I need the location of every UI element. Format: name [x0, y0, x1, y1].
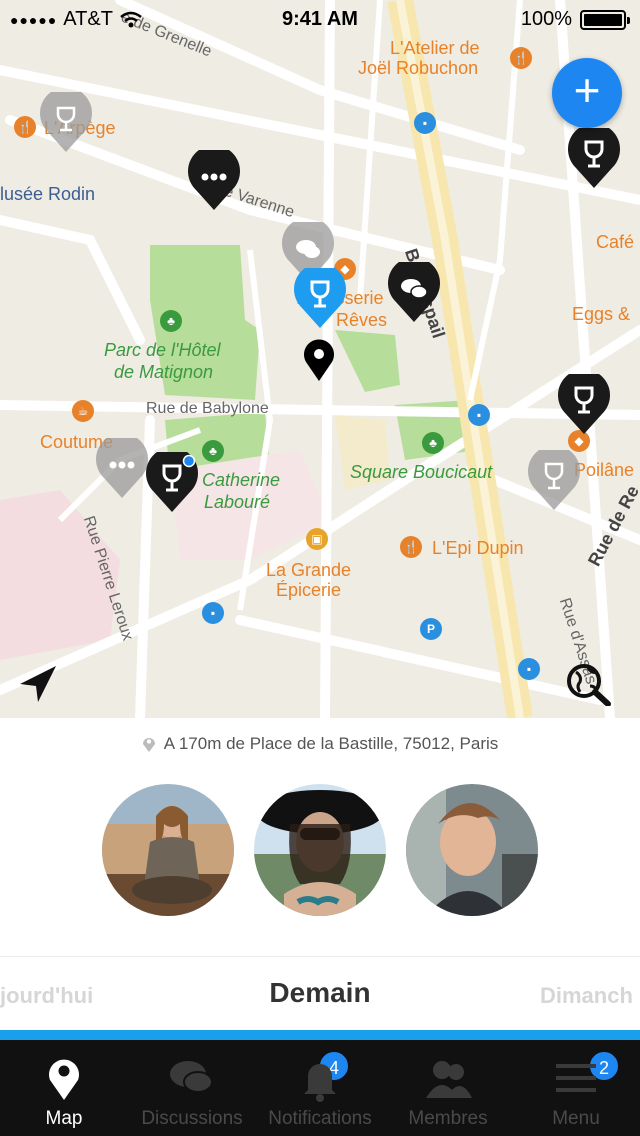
- event-address: A 170m de Place de la Bastille, 75012, P…: [0, 734, 640, 754]
- day-next-tab[interactable]: Dimanch: [540, 983, 633, 1009]
- park-tree-icon[interactable]: ♣: [160, 310, 182, 332]
- tab-membres[interactable]: Membres: [384, 1040, 512, 1136]
- members-icon: [426, 1061, 472, 1098]
- globe-search-icon[interactable]: [564, 662, 612, 706]
- shopping-poi-icon[interactable]: ▣: [306, 528, 328, 550]
- day-selector[interactable]: jourd'hui Demain Dimanch: [0, 956, 640, 1032]
- hamburger-menu-icon: [556, 1064, 596, 1092]
- tab-notifications[interactable]: 2 Notifications: [256, 1040, 620, 1136]
- chat-bubbles-icon: [170, 1061, 213, 1093]
- tab-label-discussions: Discussions: [141, 1108, 243, 1129]
- metro-poi-icon[interactable]: ▪: [518, 658, 540, 680]
- attendee-avatars: [0, 784, 640, 916]
- current-location-marker-icon: [304, 339, 334, 381]
- location-pin-icon: [142, 738, 155, 752]
- tab-map[interactable]: Map: [0, 1040, 128, 1136]
- metro-poi-icon[interactable]: ▪: [414, 112, 436, 134]
- battery-percent: 100%: [520, 8, 572, 30]
- map-label-atelier-2: Joël Robuchon: [358, 58, 479, 78]
- map-label-parc-1: Parc de l'Hôtel: [104, 340, 221, 360]
- app-screen: ●●●●● AT&T 9:41 AM 100% e de Grenelle L'…: [0, 0, 640, 1136]
- restaurant-poi-icon[interactable]: 🍴: [510, 47, 532, 69]
- map-label-poilane: Poilâne: [574, 460, 635, 480]
- restaurant-poi-icon[interactable]: 🍴: [400, 536, 422, 558]
- chat-event-pin-faded[interactable]: [94, 438, 150, 500]
- tab-label-membres: Membres: [408, 1108, 488, 1129]
- map-label-grande-2: Épicerie: [276, 580, 342, 600]
- map-label-boucicaut: Square Boucicaut: [350, 462, 493, 482]
- metro-poi-icon[interactable]: ▪: [468, 404, 490, 426]
- map-label-grande-1: La Grande: [266, 560, 352, 580]
- bell-icon: [304, 1064, 336, 1102]
- locate-me-icon[interactable]: [16, 662, 60, 706]
- tab-menu[interactable]: Menu: [512, 1040, 640, 1136]
- map-label-parc-2: de Matignon: [114, 362, 214, 382]
- wine-event-pin[interactable]: [556, 374, 612, 436]
- metro-poi-icon[interactable]: ▪: [202, 602, 224, 624]
- tab-label-menu: Menu: [552, 1108, 600, 1129]
- parking-poi-icon[interactable]: P: [420, 618, 442, 640]
- address-text: A 170m de Place de la Bastille, 75012, P…: [163, 734, 499, 753]
- park-tree-icon[interactable]: ♣: [202, 440, 224, 462]
- tab-label-map: Map: [45, 1108, 83, 1129]
- battery-icon: [580, 9, 630, 30]
- cafe-poi-icon[interactable]: ☕: [72, 400, 94, 422]
- map-label-eggs: Eggs &: [572, 304, 631, 324]
- day-indicator-bar: [0, 1030, 640, 1040]
- chat-event-pin[interactable]: [186, 150, 242, 212]
- selected-wine-event-pin[interactable]: [292, 268, 348, 330]
- status-bar: ●●●●● AT&T 9:41 AM 100%: [0, 0, 640, 40]
- attendee-avatar-3[interactable]: [406, 784, 538, 916]
- map-label-catherine-2: Labouré: [204, 492, 271, 512]
- tab-label-notifications: Notifications: [268, 1108, 372, 1129]
- bottom-tab-bar: Map 4 Discussions 2 Notifications Membre…: [0, 1040, 640, 1136]
- map-view[interactable]: ●●●●● AT&T 9:41 AM 100% e de Grenelle L'…: [0, 0, 640, 718]
- map-label-epi-dupin: L'Epi Dupin: [432, 538, 524, 558]
- discussion-event-pin[interactable]: [386, 262, 442, 324]
- attendee-avatar-1[interactable]: [102, 784, 234, 916]
- map-label-atelier-1: L'Atelier de: [390, 38, 480, 58]
- map-label-musee: lusée Rodin: [0, 184, 96, 204]
- tab-discussions[interactable]: 4 Discussions: [128, 1040, 350, 1136]
- wine-event-pin[interactable]: [566, 128, 622, 190]
- map-label-babylone: Rue de Babylone: [146, 400, 269, 417]
- map-label-cafe: Café: [596, 232, 635, 252]
- attendee-avatar-2[interactable]: [254, 784, 386, 916]
- wine-event-pin-new[interactable]: [144, 452, 200, 514]
- restaurant-poi-icon[interactable]: 🍴: [14, 116, 36, 138]
- add-event-button[interactable]: +: [552, 58, 622, 128]
- wine-event-pin-faded[interactable]: [526, 450, 582, 512]
- wine-event-pin-faded[interactable]: [38, 92, 94, 154]
- map-pin-icon: [49, 1059, 79, 1100]
- map-label-catherine-1: Catherine: [202, 470, 281, 490]
- park-tree-icon[interactable]: ♣: [422, 432, 444, 454]
